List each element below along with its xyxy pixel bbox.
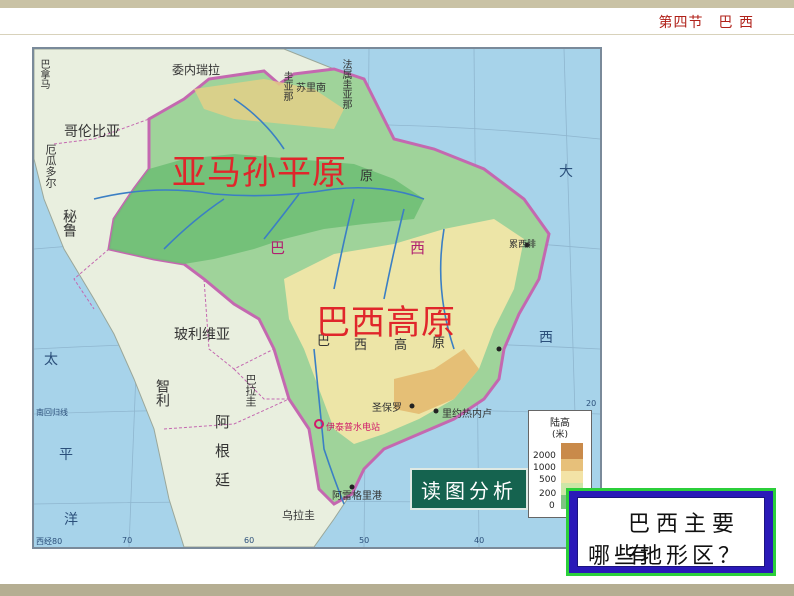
legend-swatch-2000 [561, 443, 583, 459]
label-lon80: 西经80 [36, 537, 63, 546]
label-venezuela: 委内瑞拉 [172, 63, 221, 77]
label-brazil-xi: 西 [410, 239, 426, 257]
question-inner: 巴西主要有 哪些地形区？ [577, 497, 765, 569]
ocean-pacific-1: 太 [44, 352, 58, 368]
legend-level-200: 200 [539, 489, 557, 499]
legend-swatch-1000 [561, 459, 583, 471]
legend-unit: (米) [551, 430, 569, 440]
label-brazil-ba: 巴 [270, 239, 286, 257]
label-amazon-plain: 亚马孙平原 [172, 153, 347, 193]
label-brazil-plateau: 巴西高原 [316, 303, 456, 343]
label-tropic: 南回归线 [36, 408, 68, 417]
read-map-button[interactable]: 读图分析 [410, 468, 528, 510]
label-lat20: 20 [586, 399, 597, 408]
label-argentina: 阿根廷 [213, 414, 231, 501]
ocean-pacific-3: 洋 [64, 512, 78, 528]
label-paraguay: 巴拉圭 [244, 374, 257, 407]
question-box: 巴西主要有 哪些地形区？ [566, 488, 776, 576]
label-lon50: 50 [359, 536, 370, 545]
label-peru: 秘鲁 [61, 209, 77, 237]
label-colombia: 哥伦比亚 [64, 124, 120, 140]
question-line-2: 哪些地形区？ [588, 544, 745, 569]
label-panama: 巴拿马 [38, 59, 49, 89]
section-title: 第四节 巴 西 [658, 15, 754, 31]
label-rio: 里约热内卢 [442, 409, 492, 420]
label-chile: 智利 [154, 379, 170, 407]
label-itaipu: 伊泰普水电站 [326, 423, 381, 433]
label-porto-alegre: 阿雷格里港 [332, 491, 382, 502]
label-ecuador: 厄瓜多尔 [44, 144, 57, 188]
label-lon70: 70 [122, 536, 133, 545]
legend-level-500: 500 [539, 475, 557, 485]
label-french-guiana: 法属圭亚那 [340, 59, 351, 109]
label-plain-yuan: 原 [360, 169, 374, 184]
bottom-bar [0, 584, 794, 596]
ocean-atlantic-1: 大 [559, 164, 573, 180]
label-bolivia: 玻利维亚 [174, 327, 230, 343]
header-divider [0, 34, 794, 35]
legend-level-1000: 1000 [533, 463, 556, 473]
label-recife: 累西腓 [509, 240, 537, 250]
label-uruguay: 乌拉圭 [282, 509, 315, 522]
label-sao-paulo: 圣保罗 [372, 403, 402, 414]
label-lon40: 40 [474, 536, 485, 545]
label-guyana: 圭亚那 [281, 71, 292, 101]
legend-swatch-500 [561, 471, 583, 483]
label-lon60: 60 [244, 536, 255, 545]
ocean-atlantic-2: 西 [539, 330, 553, 346]
top-bar [0, 0, 794, 8]
ocean-pacific-2: 平 [59, 447, 73, 463]
label-suriname: 苏里南 [296, 83, 326, 94]
legend-level-0: 0 [549, 501, 555, 511]
legend-level-2000: 2000 [533, 451, 556, 461]
